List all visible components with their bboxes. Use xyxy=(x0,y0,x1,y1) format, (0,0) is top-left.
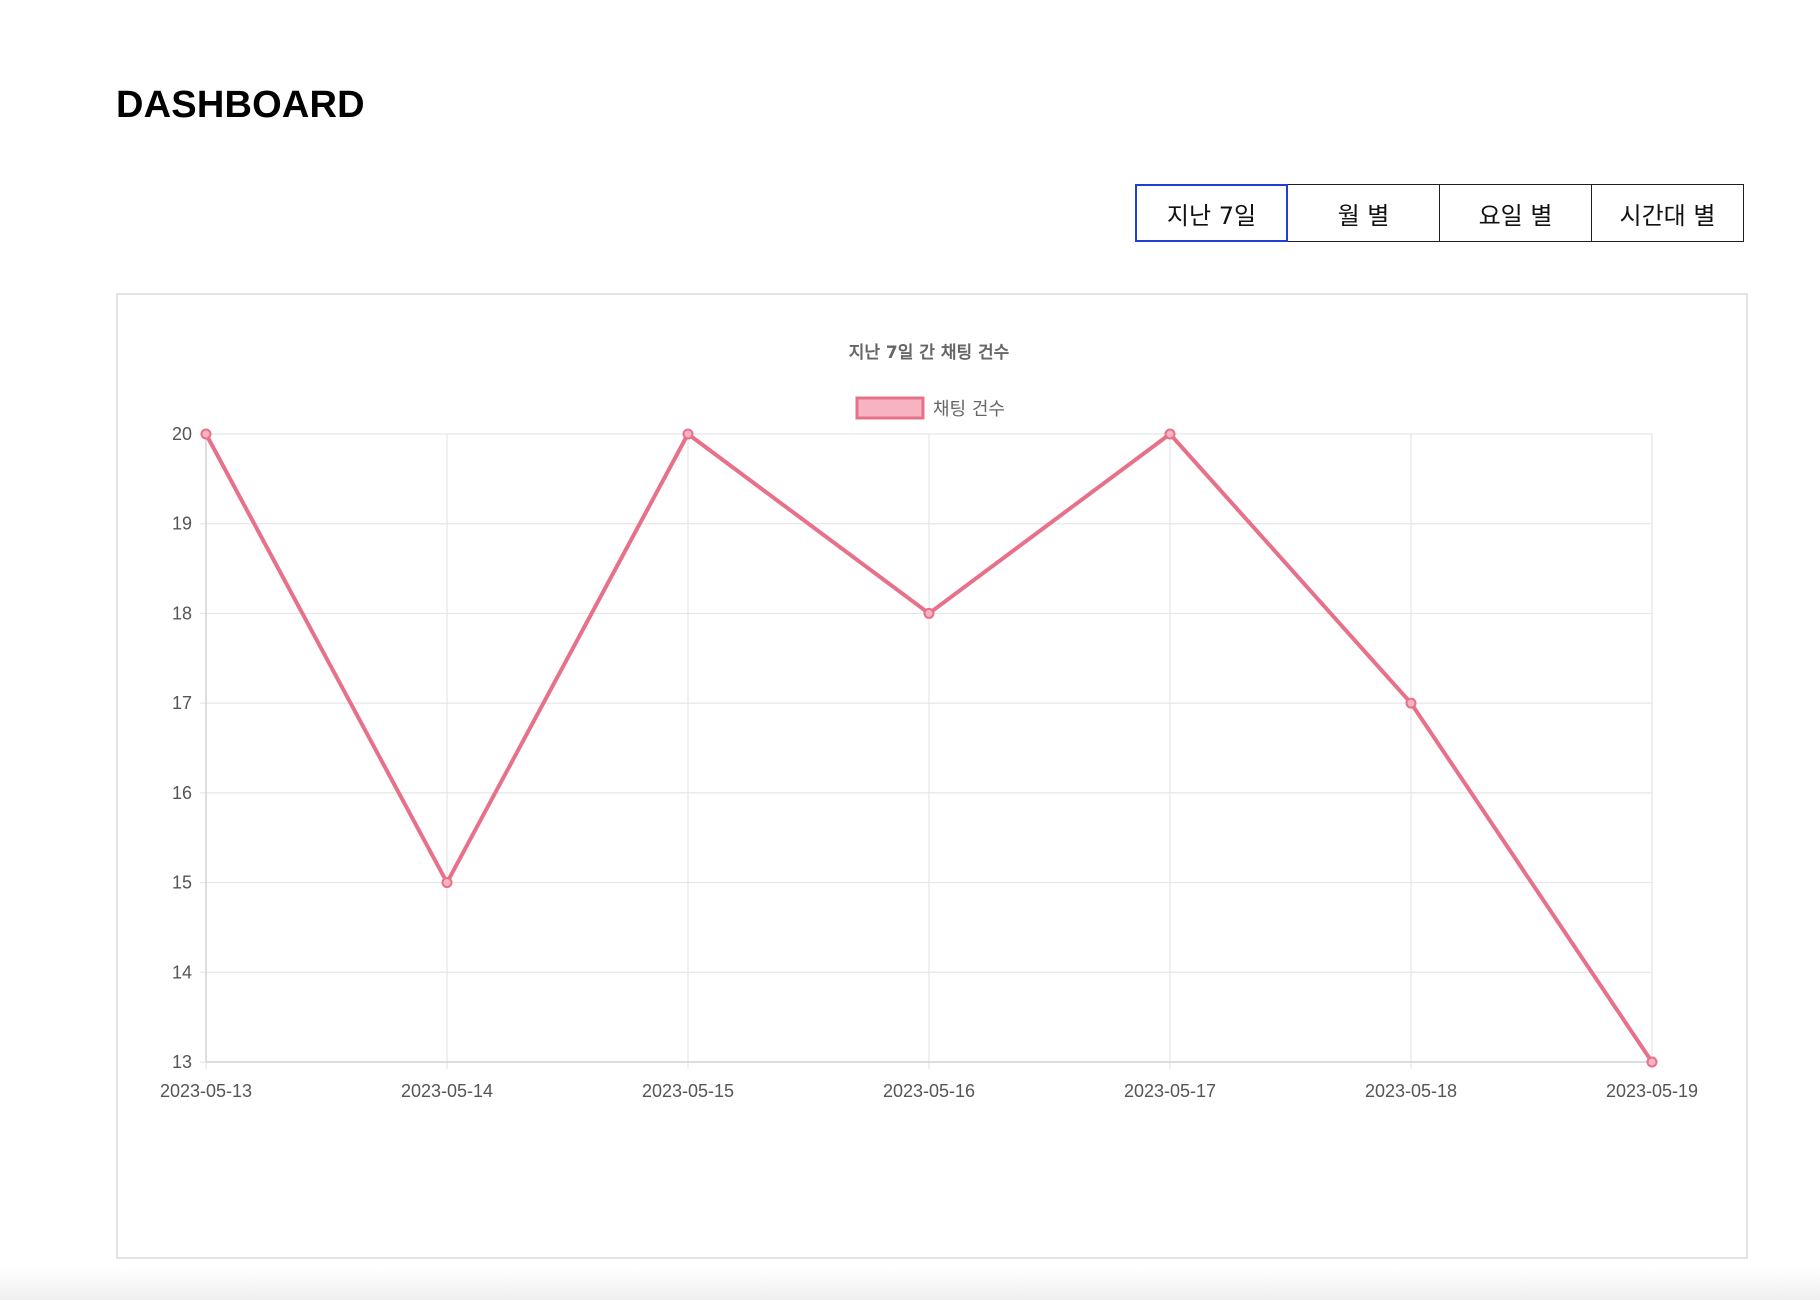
window-bottom-edge xyxy=(0,1268,1820,1300)
period-tab-group: 지난 7일 월 별 요일 별 시간대 별 xyxy=(1135,184,1744,242)
y-tick-label: 14 xyxy=(172,962,192,982)
data-point xyxy=(923,607,935,619)
tab-weekday[interactable]: 요일 별 xyxy=(1439,184,1592,242)
line-chart: 13 14 15 16 17 18 19 20 2023-05-13 2023-05-14 2023… xyxy=(160,343,1698,1101)
y-tick-label: 19 xyxy=(172,514,192,534)
y-tick-label: 15 xyxy=(172,873,192,893)
y-tick-label: 17 xyxy=(172,693,192,713)
x-tick-label: 2023-05-14 xyxy=(401,1081,493,1101)
x-tick-label: 2023-05-17 xyxy=(1124,1081,1216,1101)
y-tick-label: 16 xyxy=(172,783,192,803)
x-tick-label: 2023-05-19 xyxy=(1606,1081,1698,1101)
tab-last-7-days[interactable]: 지난 7일 xyxy=(1135,184,1288,242)
data-point xyxy=(1646,1056,1658,1068)
data-point xyxy=(682,428,694,440)
page-title: DASHBOARD xyxy=(116,84,365,126)
y-tick-label: 20 xyxy=(172,424,192,444)
legend-label: 채팅 건수 xyxy=(933,399,1005,420)
y-tick-label: 18 xyxy=(172,603,192,623)
data-point xyxy=(1164,428,1176,440)
tab-hourly[interactable]: 시간대 별 xyxy=(1591,184,1744,242)
data-point xyxy=(441,877,453,889)
x-tick-label: 2023-05-16 xyxy=(883,1081,975,1101)
data-point xyxy=(1405,697,1417,709)
tab-monthly[interactable]: 월 별 xyxy=(1287,184,1440,242)
legend-swatch xyxy=(855,396,925,420)
x-tick-label: 2023-05-13 xyxy=(160,1081,252,1101)
y-tick-label: 13 xyxy=(172,1052,192,1072)
data-point xyxy=(200,428,212,440)
chart-card: 13 14 15 16 17 18 19 20 2023-05-13 2023-05-14 2023… xyxy=(116,293,1748,1259)
dashboard-page: DASHBOARD 지난 7일 월 별 요일 별 시간대 별 13 14 15 16 1… xyxy=(0,0,1820,1300)
x-tick-label: 2023-05-18 xyxy=(1365,1081,1457,1101)
chart-title: 지난 7일 간 채팅 건수 xyxy=(849,343,1010,363)
x-tick-label: 2023-05-15 xyxy=(642,1081,734,1101)
